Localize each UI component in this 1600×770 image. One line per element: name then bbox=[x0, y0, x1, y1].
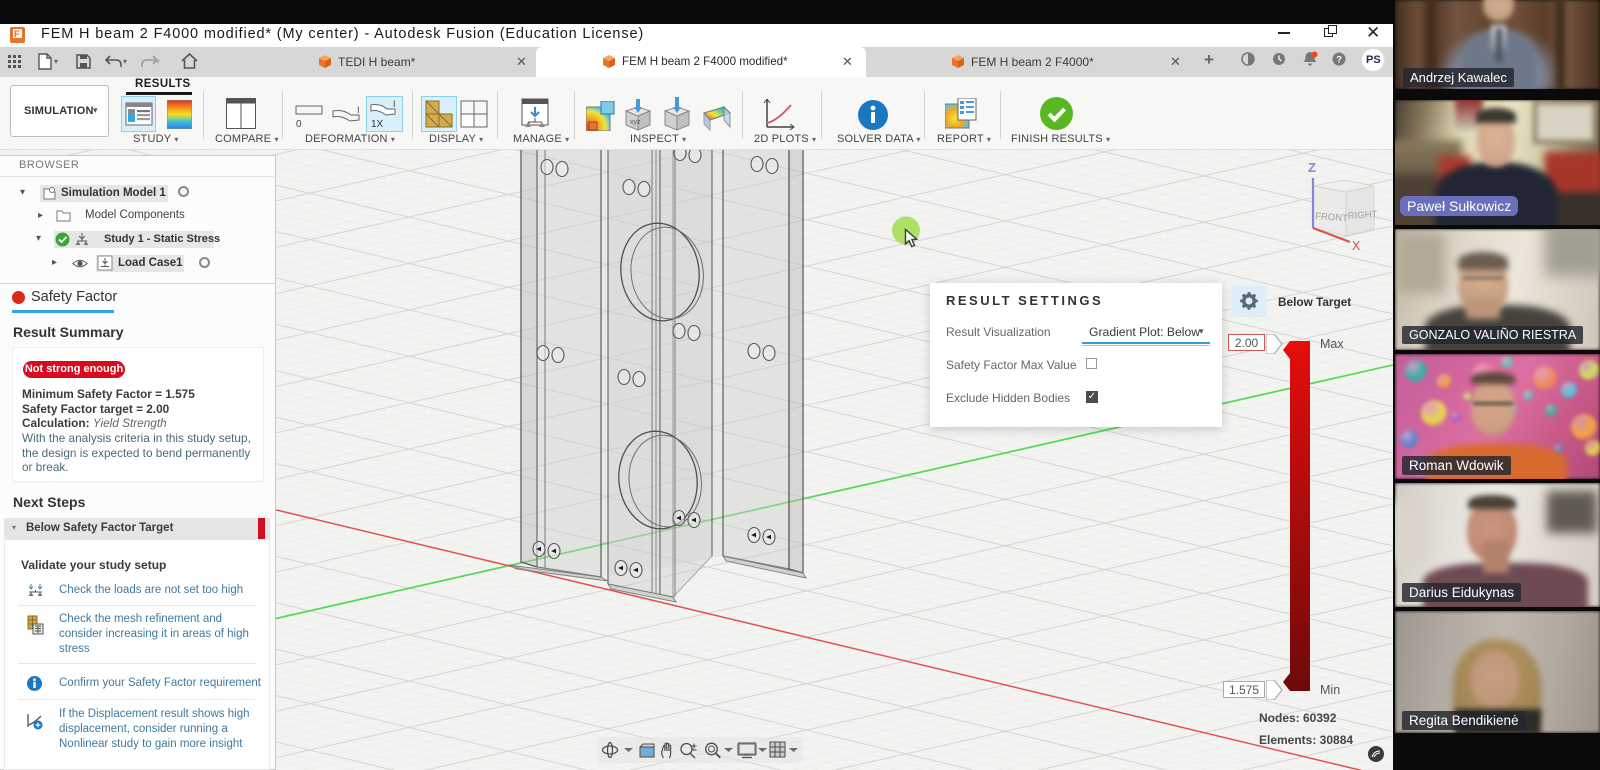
svg-text:X: X bbox=[1352, 239, 1361, 253]
svg-text:RIGHT: RIGHT bbox=[1347, 209, 1377, 222]
svg-text:I: I bbox=[357, 105, 360, 115]
svg-text:xyz: xyz bbox=[630, 119, 641, 126]
svg-text:F: F bbox=[14, 29, 20, 39]
svg-text:I: I bbox=[393, 100, 396, 109]
svg-text:FRONT: FRONT bbox=[1315, 211, 1349, 224]
svg-text:?: ? bbox=[1336, 55, 1342, 66]
svg-text:0: 0 bbox=[296, 119, 302, 129]
svg-text:Z: Z bbox=[1308, 160, 1316, 175]
